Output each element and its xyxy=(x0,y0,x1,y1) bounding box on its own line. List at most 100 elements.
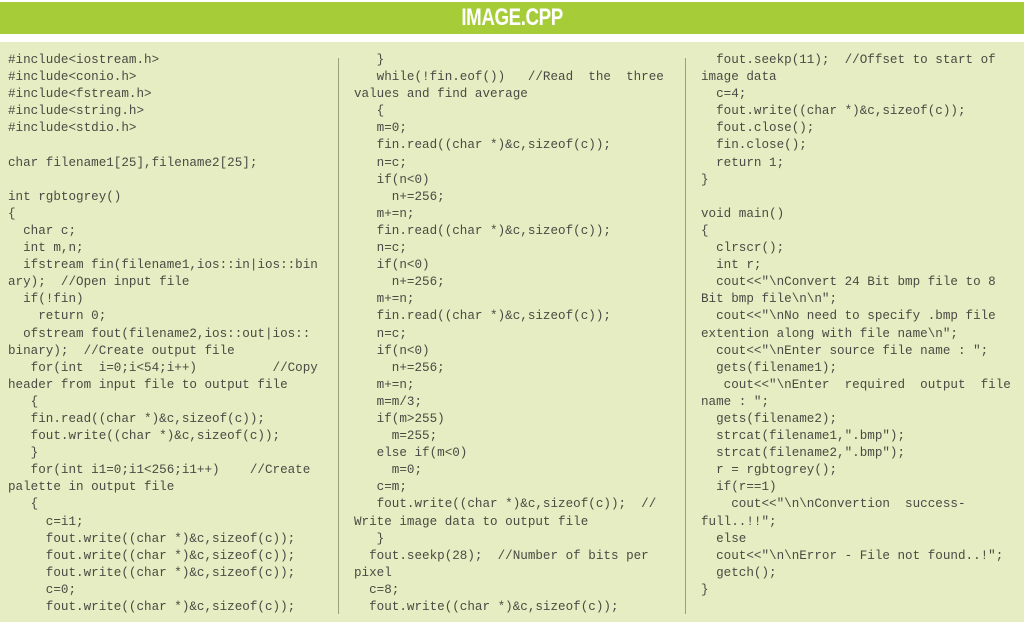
code-line: cout<<"\nEnter source file name : "; xyxy=(701,343,989,358)
code-column-2: } while(!fin.eof()) //Read the three valu… xyxy=(354,52,676,616)
code-line: cout<<"\nConvert 24 Bit bmp file to 8 xyxy=(701,275,996,290)
code-line: cout<<"\nEnter required output file xyxy=(701,377,1011,392)
code-line: int rgbtogrey() xyxy=(8,189,122,204)
code-line: clrscr(); xyxy=(701,241,785,256)
code-line: Write image data to output file xyxy=(354,514,589,529)
code-line: c=4; xyxy=(701,87,747,102)
code-line: c=m; xyxy=(354,480,407,495)
code-line: cout<<"\nNo need to specify .bmp file xyxy=(701,309,996,324)
code-line: if(n<0) xyxy=(354,343,430,358)
code-line: m+=n; xyxy=(354,377,415,392)
code-line: gets(filename2); xyxy=(701,411,838,426)
code-line: fin.read((char *)&c,sizeof(c)); xyxy=(354,138,611,153)
code-line: return 0; xyxy=(8,309,107,324)
code-line: c=8; xyxy=(354,582,400,597)
code-line: full..!!"; xyxy=(701,514,777,529)
code-line: if(n<0) xyxy=(354,172,430,187)
code-line: header from input file to output file xyxy=(8,377,288,392)
code-line: gets(filename1); xyxy=(701,360,838,375)
code-line: fout.write((char *)&c,sizeof(c)); // xyxy=(354,497,657,512)
code-line: #include<string.h> xyxy=(8,104,145,119)
code-line: cout<<"\n\nConvertion success- xyxy=(701,497,966,512)
code-line: n=c; xyxy=(354,241,407,256)
code-line: if(r==1) xyxy=(701,480,777,495)
code-line: fin.close(); xyxy=(701,138,807,153)
code-line: n+=256; xyxy=(354,360,445,375)
code-line: n+=256; xyxy=(354,189,445,204)
code-line: pixel xyxy=(354,565,392,580)
code-line: c=i1; xyxy=(8,514,84,529)
code-line: n=c; xyxy=(354,326,407,341)
code-line: ary); //Open input file xyxy=(8,275,190,290)
code-line: fout.seekp(28); //Number of bits per xyxy=(354,548,649,563)
code-line: fin.read((char *)&c,sizeof(c)); xyxy=(8,411,265,426)
code-line: m=m/3; xyxy=(354,394,423,409)
code-line: char c; xyxy=(8,223,77,238)
code-line: fout.close(); xyxy=(701,121,815,136)
code-line: fin.read((char *)&c,sizeof(c)); xyxy=(354,223,611,238)
code-line: if(!fin) xyxy=(8,292,84,307)
code-line: Bit bmp file\n\n"; xyxy=(701,292,838,307)
code-line: } xyxy=(701,172,709,187)
code-line: cout<<"\n\nError - File not found..!"; xyxy=(701,548,1004,563)
code-line: fout.write((char *)&c,sizeof(c)); xyxy=(8,565,296,580)
code-line: { xyxy=(354,104,385,119)
code-line: ofstream fout(filename2,ios::out|ios:: xyxy=(8,326,311,341)
code-line: #include<iostream.h> xyxy=(8,53,160,67)
code-line: } xyxy=(354,53,385,67)
code-line: image data xyxy=(701,70,777,85)
code-line: } xyxy=(354,531,385,546)
code-line: ifstream fin(filename1,ios::in|ios::bin xyxy=(8,258,318,273)
code-line: for(int i1=0;i1<256;i1++) //Create xyxy=(8,463,311,478)
code-line: fout.write((char *)&c,sizeof(c)); xyxy=(701,104,966,119)
code-line: n+=256; xyxy=(354,275,445,290)
code-line: } xyxy=(8,446,39,461)
code-line: { xyxy=(701,223,709,238)
code-line: fout.seekp(11); //Offset to start of xyxy=(701,53,996,67)
code-line: n=c; xyxy=(354,155,407,170)
code-line: } xyxy=(701,582,709,597)
code-line: return 1; xyxy=(701,155,785,170)
code-line: m+=n; xyxy=(354,206,415,221)
code-line: getch(); xyxy=(701,565,777,580)
code-line: fout.write((char *)&c,sizeof(c)); xyxy=(8,548,296,563)
code-line: int r; xyxy=(701,258,762,273)
code-line: values and find average xyxy=(354,87,528,102)
code-line: else xyxy=(701,531,747,546)
code-line: extention along with file name\n"; xyxy=(701,326,958,341)
code-line: fout.write((char *)&c,sizeof(c)); xyxy=(8,600,296,614)
code-line: for(int i=0;i<54;i++) //Copy xyxy=(8,360,318,375)
code-line: m=255; xyxy=(354,429,438,444)
code-line: fout.write((char *)&c,sizeof(c)); xyxy=(8,531,296,546)
code-line: m+=n; xyxy=(354,292,415,307)
code-line: #include<fstream.h> xyxy=(8,87,152,102)
code-line: void main() xyxy=(701,206,785,221)
code-line: fin.read((char *)&c,sizeof(c)); xyxy=(354,309,611,324)
code-line: while(!fin.eof()) //Read the three xyxy=(354,70,664,85)
code-line: { xyxy=(8,206,16,221)
code-line: m=0; xyxy=(354,121,407,136)
code-line: palette in output file xyxy=(8,480,175,495)
code-line: binary); //Create output file xyxy=(8,343,235,358)
code-line: fout.write((char *)&c,sizeof(c)); xyxy=(354,600,619,614)
code-line: char filename1[25],filename2[25]; xyxy=(8,155,258,170)
code-line: { xyxy=(8,497,39,512)
code-line: int m,n; xyxy=(8,241,84,256)
code-line: { xyxy=(8,394,39,409)
code-line: fout.write((char *)&c,sizeof(c)); xyxy=(8,429,281,444)
title-bar: IMAGE.CPP xyxy=(0,2,1024,34)
code-listing-panel: #include<iostream.h> #include<conio.h> #in… xyxy=(0,42,1024,622)
page-title: IMAGE.CPP xyxy=(461,4,563,31)
code-line: else if(m<0) xyxy=(354,446,468,461)
code-line: if(m>255) xyxy=(354,411,445,426)
code-line: name : "; xyxy=(701,394,770,409)
code-line: strcat(filename2,".bmp"); xyxy=(701,446,906,461)
column-divider xyxy=(338,58,339,614)
code-line: c=0; xyxy=(8,582,77,597)
code-column-3: fout.seekp(11); //Offset to start of imag… xyxy=(701,52,1021,599)
code-line: if(n<0) xyxy=(354,258,430,273)
code-column-1: #include<iostream.h> #include<conio.h> #in… xyxy=(8,52,338,616)
